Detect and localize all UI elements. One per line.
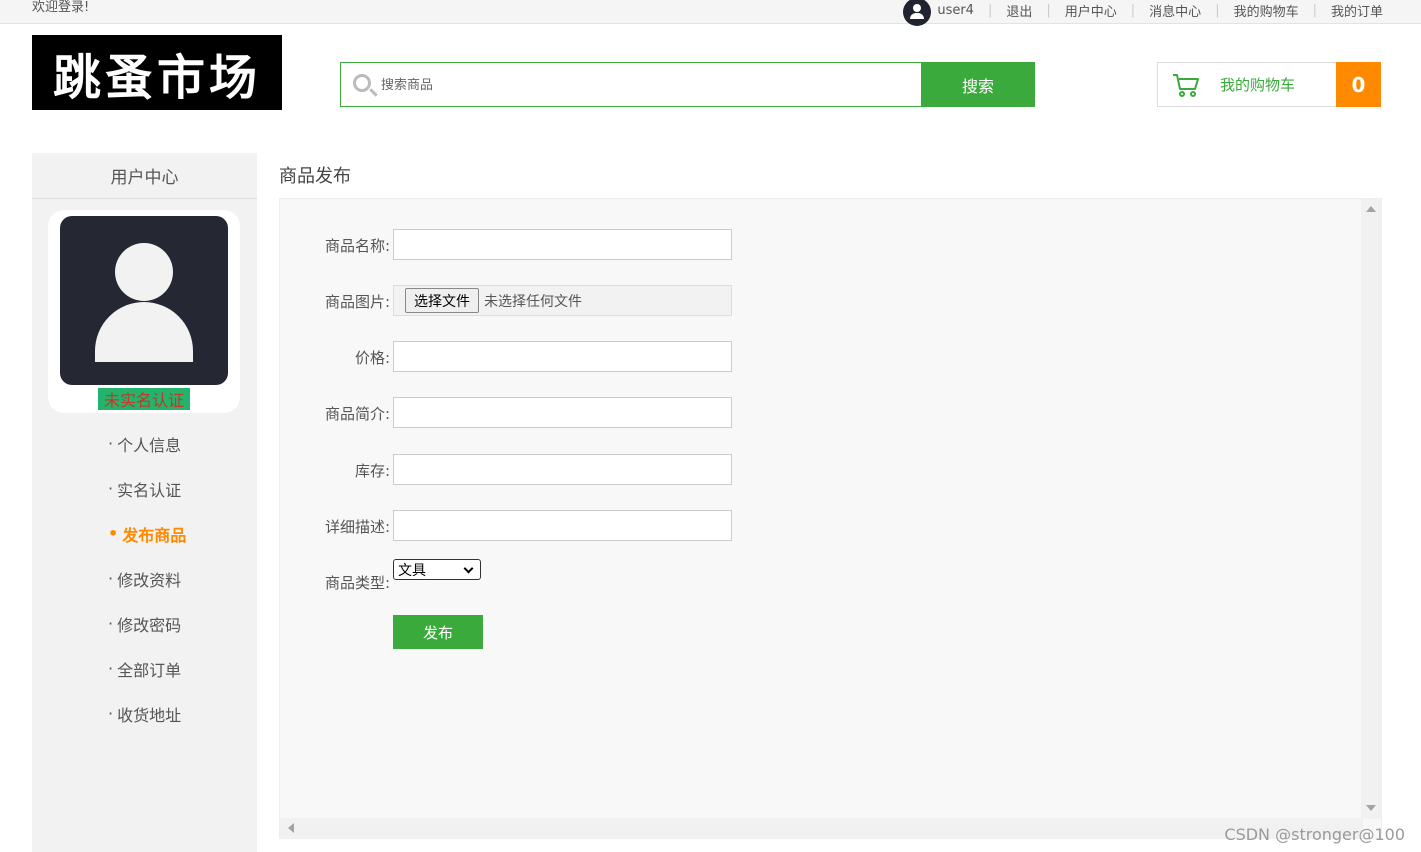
sidebar-item-edit-info[interactable]: · 修改资料 [32,556,257,601]
welcome-text: 欢迎登录! [32,0,90,15]
bullet-icon: · [108,434,114,453]
sidebar-item-label: 全部订单 [117,660,182,680]
horizontal-scrollbar[interactable] [280,818,1363,838]
sidebar-item-label: 个人信息 [117,435,182,455]
profile-card: 未实名认证 [48,210,240,413]
top-bar: 欢迎登录! user4 | 退出 | 用户中心 | 消息中心 | 我的购物车 |… [0,0,1421,26]
search-box [340,62,922,107]
sidebar-item-profile[interactable]: · 个人信息 [32,421,257,466]
sidebar-item-label: 实名认证 [117,480,182,500]
my-cart-link[interactable]: 我的购物车 [1234,1,1299,20]
detail-label: 详细描述: [324,518,390,536]
sidebar-item-publish[interactable]: • 发布商品 [32,511,257,556]
vertical-scrollbar[interactable] [1361,199,1381,819]
stock-input[interactable] [393,454,732,485]
search-button[interactable]: 搜索 [921,62,1035,107]
sidebar-item-orders[interactable]: · 全部订单 [32,646,257,691]
divider: | [1312,2,1317,18]
name-input[interactable] [393,229,732,260]
type-selected-value: 文具 [398,562,426,579]
bullet-icon: · [108,614,114,633]
shopping-cart-icon [1172,73,1200,97]
intro-input[interactable] [393,397,732,428]
sidebar-title: 用户中心 [32,153,257,199]
verify-status-badge[interactable]: 未实名认证 [98,388,190,410]
site-logo[interactable]: 跳蚤市场 [32,35,282,110]
scroll-left-icon[interactable] [288,823,294,833]
bullet-icon: • [108,524,119,543]
sidebar-item-label: 收货地址 [117,705,182,725]
chevron-down-icon [463,563,474,574]
scroll-down-icon[interactable] [1366,805,1376,811]
file-status-text: 未选择任何文件 [484,293,582,310]
search-input[interactable] [381,73,901,97]
my-orders-link[interactable]: 我的订单 [1331,1,1383,20]
sidebar-item-change-password[interactable]: · 修改密码 [32,601,257,646]
stock-label: 库存: [354,462,390,480]
price-input[interactable] [393,341,732,372]
username-link[interactable]: user4 [937,3,974,18]
sidebar-item-address[interactable]: · 收货地址 [32,691,257,736]
intro-label: 商品简介: [324,405,390,423]
top-nav: user4 | 退出 | 用户中心 | 消息中心 | 我的购物车 | 我的订单 [903,0,1383,26]
divider: | [1215,2,1220,18]
image-file-input: 选择文件 未选择任何文件 [393,285,732,316]
watermark: CSDN @stronger@100 [1224,825,1405,844]
type-select[interactable]: 文具 [393,559,481,580]
bullet-icon: · [108,569,114,588]
user-avatar-icon[interactable] [903,0,932,26]
bullet-icon: · [108,704,114,723]
name-label: 商品名称: [324,237,390,255]
type-label: 商品类型: [324,574,390,592]
image-label: 商品图片: [324,293,390,311]
divider: | [987,2,993,18]
avatar-head-shape [115,243,173,301]
scroll-up-icon[interactable] [1366,206,1376,212]
bullet-icon: · [108,479,114,498]
message-center-link[interactable]: 消息中心 [1149,1,1201,20]
sidebar-item-label: 修改密码 [117,615,182,635]
publish-form-panel: 商品名称: 商品图片: 选择文件 未选择任何文件 价格: 商品简介: 库存: 详… [279,198,1382,839]
cart-count-badge[interactable]: 0 [1336,62,1381,107]
page-title: 商品发布 [279,166,351,187]
sidebar-item-verify[interactable]: · 实名认证 [32,466,257,511]
divider: | [1046,2,1051,18]
sidebar-menu: · 个人信息 · 实名认证 • 发布商品 · 修改资料 · 修改密码 · 全部订单 · 收货地… [32,421,257,736]
bullet-icon: · [108,659,114,678]
price-label: 价格: [354,349,390,367]
user-center-link[interactable]: 用户中心 [1065,1,1117,20]
publish-button[interactable]: 发布 [393,615,483,649]
search-icon [353,74,371,92]
sidebar: 用户中心 未实名认证 · 个人信息 · 实名认证 • 发布商品 · 修改资料 · 修改密码… [32,153,257,852]
sidebar-item-label: 修改资料 [117,570,182,590]
avatar[interactable] [60,216,228,385]
divider: | [1130,2,1136,18]
cart-label: 我的购物车 [1220,76,1296,94]
cart-button[interactable]: 我的购物车 [1157,62,1337,107]
choose-file-button[interactable]: 选择文件 [405,288,479,313]
sidebar-item-label: 发布商品 [122,525,187,545]
avatar-body-shape [95,302,193,362]
logout-link[interactable]: 退出 [1006,1,1032,20]
detail-input[interactable] [393,510,732,541]
